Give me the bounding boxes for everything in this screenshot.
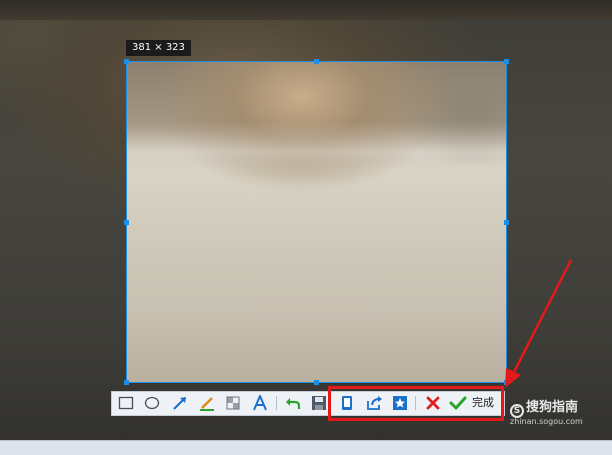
watermark-brand-text: 搜狗指南 bbox=[526, 400, 579, 415]
annotation-arrow bbox=[505, 259, 573, 388]
watermark-brand: S 搜狗指南 bbox=[510, 396, 578, 418]
watermark-url: zhinan.sogou.com bbox=[510, 417, 583, 426]
sogou-logo-icon: S bbox=[510, 404, 524, 418]
